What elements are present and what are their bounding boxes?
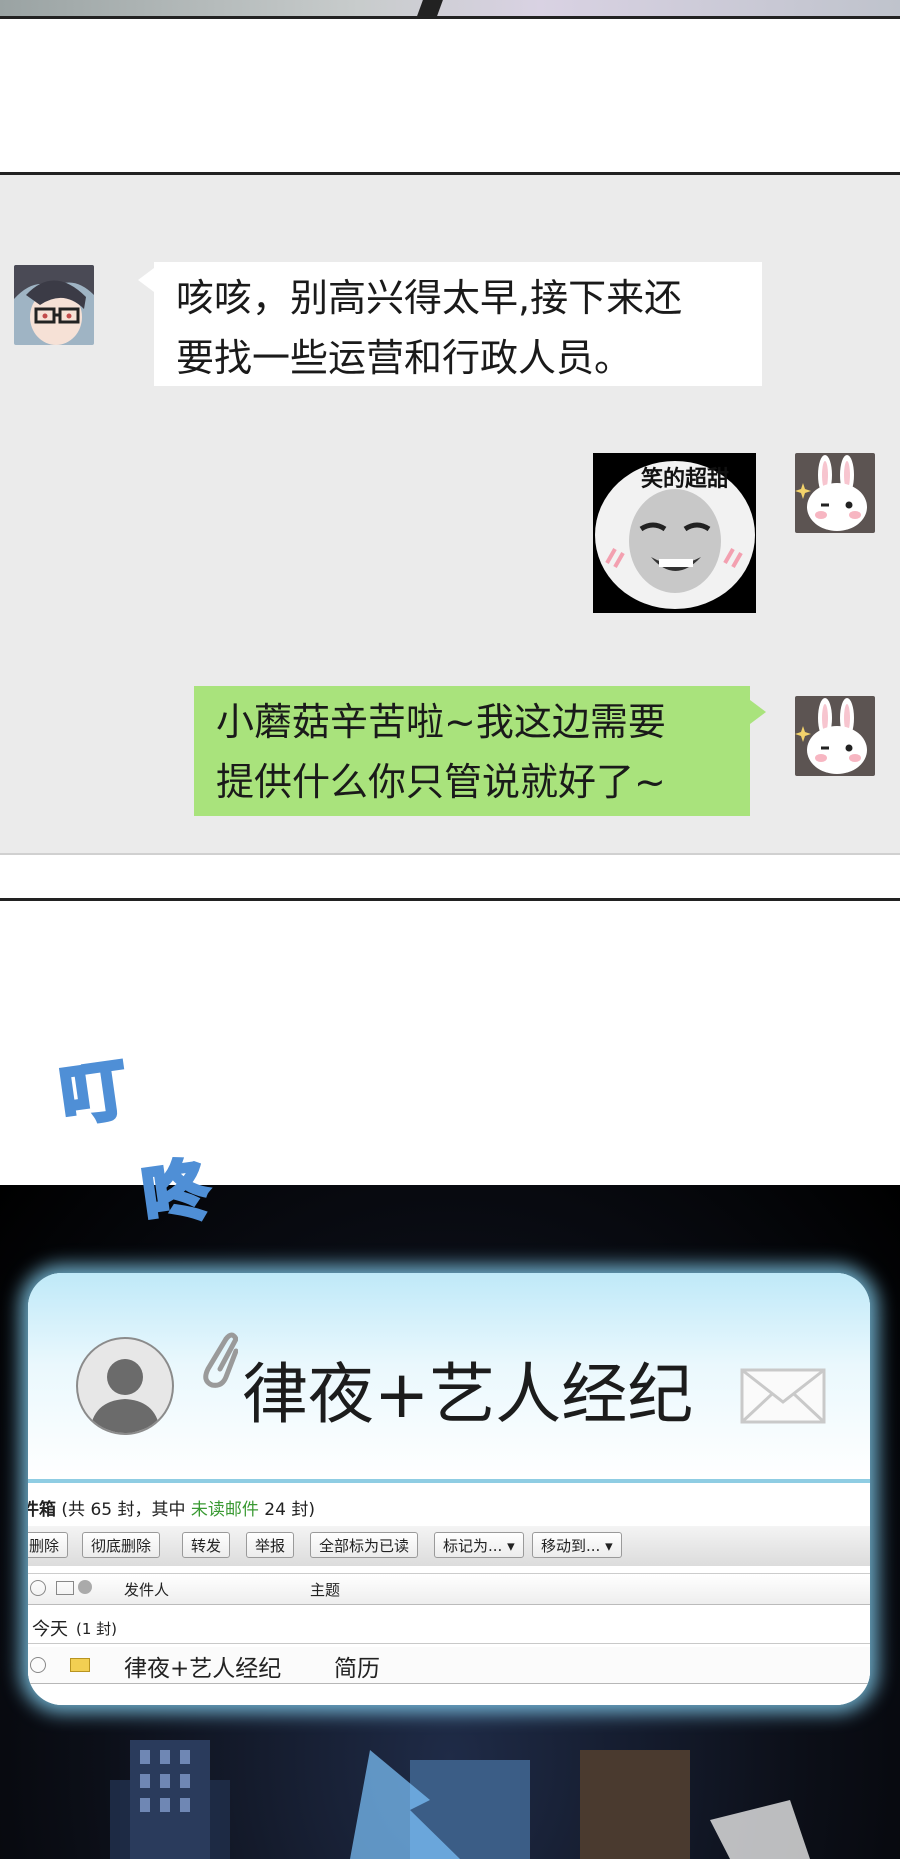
previous-panel-edge	[0, 0, 900, 19]
message-line: 咳咳，别高兴得太早,接下来还	[176, 276, 683, 320]
move-to-dropdown[interactable]: 移动到... ▾	[532, 1532, 622, 1558]
col-sender[interactable]: 发件人	[124, 1579, 169, 1600]
sfx-dong: 咚	[136, 1149, 214, 1238]
message-line: 要找一些运营和行政人员。	[176, 336, 633, 380]
envelope-icon	[740, 1368, 826, 1424]
forward-button[interactable]: 转发	[182, 1532, 231, 1558]
unread-label: 未读邮件	[190, 1500, 259, 1520]
mail-row[interactable]: 律夜+艺人经纪 简历	[28, 1647, 870, 1684]
attachment-col-icon	[78, 1580, 92, 1594]
laughing-face-sticker[interactable]: 笑的超甜	[593, 453, 756, 613]
user-silhouette-icon	[76, 1337, 174, 1435]
message-line: 小蘑菇辛苦啦~我这边需要	[216, 700, 666, 744]
mark-all-read-button[interactable]: 全部标为已读	[310, 1532, 419, 1558]
paperclip-icon	[203, 1332, 238, 1388]
bunny-avatar[interactable]	[795, 696, 875, 776]
sticker-caption: 笑的超甜	[641, 467, 730, 492]
column-header: 发件人 主题	[28, 1573, 870, 1605]
glasses-boy-avatar[interactable]	[14, 265, 94, 345]
inbox-summary-suffix: 24 封)	[258, 1500, 315, 1520]
mail-icon	[56, 1581, 74, 1595]
folder-name: 件箱	[28, 1500, 56, 1520]
permanent-delete-button[interactable]: 彻底删除	[82, 1532, 161, 1558]
select-all-checkbox[interactable]	[30, 1580, 46, 1596]
mark-as-dropdown[interactable]: 标记为... ▾	[434, 1532, 524, 1558]
message-bubble-incoming: 咳咳，别高兴得太早,接下来还 要找一些运营和行政人员。	[154, 262, 762, 386]
message-line: 提供什么你只管说就好了~	[216, 760, 666, 804]
report-button[interactable]: 举报	[246, 1532, 295, 1558]
inbox-screenshot: 件箱 (共 65 封，其中 未读邮件 24 封) 删除 彻底删除 转发 举报 全…	[28, 1483, 870, 1705]
group-count: (1 封)	[76, 1620, 118, 1638]
panel-border	[0, 898, 900, 901]
email-notification-card[interactable]: 律夜+艺人经纪 件箱 (共 65 封，其中 未读邮件 24 封) 删除 彻底删除…	[28, 1273, 870, 1705]
sender-name: 律夜+艺人经纪	[242, 1356, 694, 1433]
message-bubble-outgoing: 小蘑菇辛苦啦~我这边需要 提供什么你只管说就好了~	[194, 686, 750, 816]
inbox-summary-prefix: (共 65 封，其中	[61, 1500, 191, 1520]
inbox-toolbar: 删除 彻底删除 转发 举报 全部标为已读 标记为... ▾ 移动到... ▾	[28, 1526, 870, 1566]
inbox-title: 件箱 (共 65 封，其中 未读邮件 24 封)	[28, 1495, 315, 1520]
delete-button[interactable]: 删除	[28, 1532, 69, 1558]
col-subject[interactable]: 主题	[310, 1579, 340, 1600]
unread-mail-icon	[70, 1658, 90, 1672]
bubble-tail	[138, 268, 154, 292]
date-group: 今天 (1 封)	[28, 1611, 870, 1644]
bunny-avatar[interactable]	[795, 453, 875, 533]
city-buildings	[110, 1740, 810, 1859]
row-checkbox[interactable]	[30, 1657, 46, 1673]
row-subject: 简历	[334, 1656, 380, 1682]
bubble-tail	[750, 700, 766, 724]
row-sender: 律夜+艺人经纪	[124, 1656, 282, 1682]
sfx-ding: 叮	[54, 1049, 132, 1138]
group-label: 今天	[32, 1619, 68, 1640]
